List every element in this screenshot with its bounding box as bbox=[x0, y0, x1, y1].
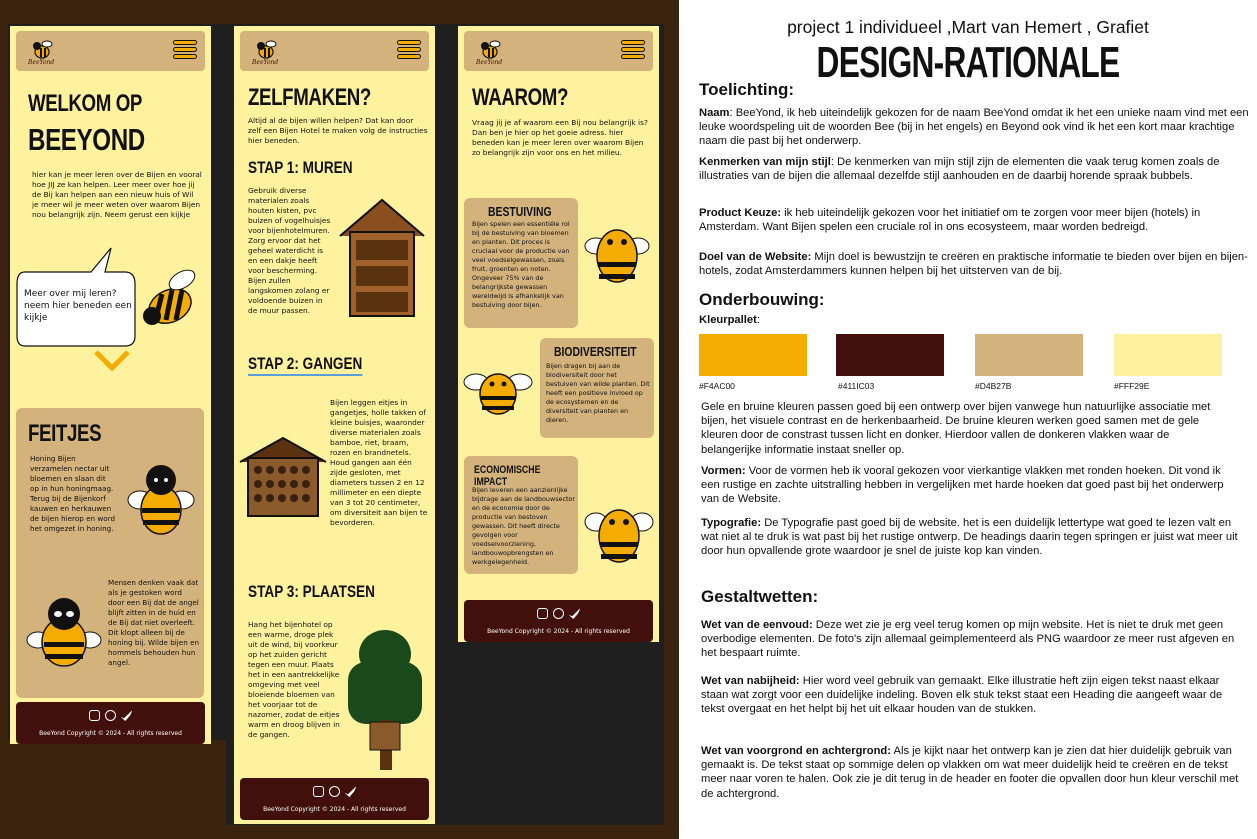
tree-bee-hotel-icon bbox=[348, 630, 422, 770]
gestalt-heading: Gestaltwetten: bbox=[701, 587, 819, 606]
stap-3-title: STAP 3: PLAATSEN bbox=[248, 582, 375, 601]
intro-text: hier kan je meer leren over de Bijen en … bbox=[32, 170, 202, 219]
footer-copyright: BeeYond Copyright © 2024 - All rights re… bbox=[487, 628, 630, 635]
twitter-icon[interactable] bbox=[120, 710, 133, 721]
happy-bee-icon bbox=[584, 229, 650, 283]
swatch-brown-label: #411IC03 bbox=[838, 381, 875, 391]
vormen-paragraph: Vormen: Voor de vormen heb ik vooral gek… bbox=[701, 465, 1224, 506]
bee-hotel-tubes-icon bbox=[239, 436, 327, 517]
flying-bee-icon bbox=[463, 373, 533, 415]
economische-impact-text: Bijen leveren een aanzienlijke bijdrage … bbox=[472, 486, 576, 566]
feit-2-text: Mensen denken vaak dat als je gestoken w… bbox=[108, 578, 200, 667]
stijl-paragraph: Kenmerken van mijn stijl: De kenmerken v… bbox=[699, 156, 1220, 183]
economische-impact-card: ECONOMISCHE IMPACT Bijen leveren een aan… bbox=[464, 456, 578, 574]
swatch-yellow bbox=[699, 334, 807, 376]
welcome-title: WELKOM OP bbox=[28, 90, 143, 117]
rationale-document: project 1 individueel ,Mart van Hemert ,… bbox=[679, 0, 1257, 839]
footer: BeeYond Copyright © 2024 - All rights re… bbox=[16, 702, 205, 744]
bee-illustration-icon bbox=[143, 269, 196, 325]
swatch-tan bbox=[975, 334, 1083, 376]
twitter-icon[interactable] bbox=[568, 608, 581, 619]
instagram-icon[interactable] bbox=[88, 710, 100, 721]
footer: BeeYond Copyright © 2024 - All rights re… bbox=[240, 778, 429, 820]
stap-3-text: Hang het bijenhotel op een warme, droge … bbox=[248, 620, 340, 739]
mockup-panel: BeeYond WELKOM OP BEEYOND hier kan je me… bbox=[0, 0, 679, 839]
zelfmaken-intro: Altijd al de bijen willen helpen? Dat ka… bbox=[248, 116, 428, 145]
toelichting-heading: Toelichting: bbox=[699, 80, 795, 99]
bee-hotel-shelf-icon bbox=[339, 198, 425, 317]
bestuiving-text: Bijen spelen een essentiële rol bij de b… bbox=[472, 220, 570, 309]
header: BeeYond bbox=[464, 31, 653, 71]
screen-waarom: BeeYond WAAROM? Vraag jij je af waarom e… bbox=[458, 26, 659, 642]
twitter-icon[interactable] bbox=[344, 786, 357, 797]
keuze-paragraph: Product Keuze: ik heb uiteindelijk gekoz… bbox=[699, 207, 1201, 234]
instagram-icon[interactable] bbox=[536, 608, 548, 619]
doel-paragraph: Doel van de Website: Mijn doel is bewust… bbox=[699, 251, 1248, 278]
instagram-icon[interactable] bbox=[312, 786, 324, 797]
logo-text: BeeYond bbox=[252, 59, 279, 66]
bestuiving-title: BESTUIVING bbox=[488, 204, 552, 219]
doc-title: DESIGN-RATIONALE bbox=[816, 38, 1121, 87]
bee-face-icon bbox=[127, 465, 195, 535]
voorgrond-paragraph: Wet van voorgrond en achtergrond: Als je… bbox=[701, 745, 1239, 800]
waarom-title: WAAROM? bbox=[472, 84, 569, 111]
kleurpallet-label: Kleurpallet: bbox=[699, 314, 760, 326]
bubble-text: Meer over mij leren? neem hier beneden e… bbox=[24, 289, 132, 323]
logo-text: BeeYond bbox=[28, 59, 55, 66]
swatch-brown bbox=[836, 334, 944, 376]
smiling-bee-icon bbox=[584, 509, 654, 563]
stap-1-title: STAP 1: MUREN bbox=[248, 158, 353, 177]
arrow-down-icon bbox=[94, 350, 130, 372]
feitjes-title: FEITJES bbox=[28, 420, 102, 447]
footer: BeeYond Copyright © 2024 - All rights re… bbox=[464, 600, 653, 642]
spotify-icon[interactable] bbox=[552, 608, 564, 619]
welcome-title-brand: BEEYOND bbox=[28, 122, 145, 157]
waarom-intro: Vraag jij je af waarom een Bij nou belan… bbox=[472, 118, 648, 157]
spotify-icon[interactable] bbox=[328, 786, 340, 797]
footer-copyright: BeeYond Copyright © 2024 - All rights re… bbox=[39, 730, 182, 737]
naam-paragraph: Naam: BeeYond, ik heb uiteindelijk gekoz… bbox=[699, 107, 1249, 148]
hamburger-menu-icon[interactable] bbox=[173, 40, 197, 62]
header: BeeYond bbox=[16, 31, 205, 71]
sad-bee-icon bbox=[26, 598, 102, 667]
stap-1-text: Gebruik diverse materialen zoals houten … bbox=[248, 186, 331, 315]
doc-subtitle: project 1 individueel ,Mart van Hemert ,… bbox=[787, 17, 1149, 37]
bestuiving-card: BESTUIVING Bijen spelen een essentiële r… bbox=[464, 198, 578, 328]
hamburger-menu-icon[interactable] bbox=[621, 40, 645, 62]
screen-zelfmaken: BeeYond ZELFMAKEN? Altijd al de bijen wi… bbox=[234, 26, 435, 824]
swatch-yellow-label: #F4AC00 bbox=[699, 381, 735, 391]
footer-copyright: BeeYond Copyright © 2024 - All rights re… bbox=[263, 806, 406, 813]
swatch-cream-label: #FFF29E bbox=[1114, 381, 1150, 391]
biodiversiteit-title: BIODIVERSITEIT bbox=[554, 344, 637, 359]
kleur-paragraph: Gele en bruine kleuren passen goed bij e… bbox=[701, 401, 1211, 456]
biodiversiteit-text: Bijen dragen bij aan de biodiversiteit d… bbox=[546, 362, 650, 424]
spotify-icon[interactable] bbox=[104, 710, 116, 721]
stap-2-text: Bijen leggen eitjes in gangetjes, holle … bbox=[330, 398, 428, 527]
onderbouwing-heading: Onderbouwing: bbox=[699, 290, 825, 309]
economische-impact-title: ECONOMISCHE IMPACT bbox=[474, 464, 541, 488]
zelfmaken-title: ZELFMAKEN? bbox=[248, 84, 371, 111]
feitjes-card: FEITJES Honing Bijen verzamelen nectar u… bbox=[16, 408, 204, 698]
hamburger-menu-icon[interactable] bbox=[397, 40, 421, 62]
swatch-cream bbox=[1114, 334, 1222, 376]
eenvoud-paragraph: Wet van de eenvoud: Deze wet zie je erg … bbox=[701, 619, 1235, 660]
swatch-tan-label: #D4B27B bbox=[975, 381, 1012, 391]
biodiversiteit-card: BIODIVERSITEIT Bijen dragen bij aan de b… bbox=[540, 338, 654, 438]
logo-text: BeeYond bbox=[476, 59, 503, 66]
header: BeeYond bbox=[240, 31, 429, 71]
stap-2-title: STAP 2: GANGEN bbox=[248, 354, 363, 376]
screen-home: BeeYond WELKOM OP BEEYOND hier kan je me… bbox=[10, 26, 211, 744]
typografie-paragraph: Typografie: De Typografie past goed bij … bbox=[701, 517, 1238, 558]
nabijheid-paragraph: Wet van nabijheid: Hier word veel gebrui… bbox=[701, 675, 1223, 716]
feit-1-text: Honing Bijen verzamelen nectar uit bloem… bbox=[30, 454, 116, 533]
